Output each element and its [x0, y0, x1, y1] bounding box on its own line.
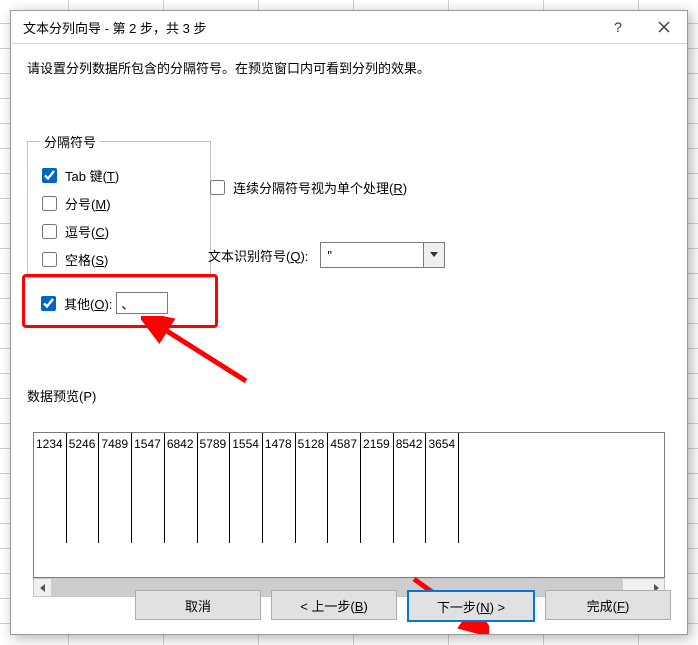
- cancel-button[interactable]: 取消: [135, 590, 261, 620]
- preview-column: 1478: [263, 433, 296, 543]
- next-button-label: 下一步(N) >: [437, 597, 505, 616]
- text-qualifier-dropdown[interactable]: ": [320, 242, 445, 268]
- consecutive-delimiter-label: 连续分隔符号视为单个处理(R): [233, 178, 407, 197]
- preview-column: 8542: [394, 433, 427, 543]
- help-button[interactable]: ?: [595, 11, 641, 43]
- cancel-button-label: 取消: [185, 596, 211, 615]
- dropdown-button[interactable]: [423, 243, 444, 267]
- chevron-down-icon: [430, 252, 438, 258]
- text-to-columns-wizard-dialog: 文本分列向导 - 第 2 步，共 3 步 ? 请设置分列数据所包含的分隔符号。在…: [10, 10, 688, 635]
- title-bar: 文本分列向导 - 第 2 步，共 3 步 ?: [11, 11, 687, 44]
- close-icon: [658, 21, 670, 33]
- delimiter-comma-checkbox[interactable]: [42, 224, 57, 239]
- instruction-text: 请设置分列数据所包含的分隔符号。在预览窗口内可看到分列的效果。: [27, 58, 671, 77]
- delimiter-other-input[interactable]: [116, 292, 168, 314]
- delimiter-space-checkbox[interactable]: [42, 252, 57, 267]
- delimiter-tab-label: Tab 键(T): [65, 166, 119, 185]
- delimiter-other-checkbox[interactable]: [41, 296, 56, 311]
- consecutive-delimiter-row: 连续分隔符号视为单个处理(R): [208, 178, 407, 197]
- text-qualifier-value: ": [321, 243, 423, 267]
- preview-column: 5789: [198, 433, 231, 543]
- back-button[interactable]: < 上一步(B): [271, 590, 397, 620]
- delimiter-space-row: 空格(S): [40, 245, 198, 273]
- text-qualifier-row: 文本识别符号(Q): ": [208, 242, 445, 268]
- next-button[interactable]: 下一步(N) >: [407, 590, 535, 622]
- delimiter-tab-checkbox[interactable]: [42, 168, 57, 183]
- dialog-body: 请设置分列数据所包含的分隔符号。在预览窗口内可看到分列的效果。 分隔符号 Tab…: [11, 44, 687, 634]
- delimiter-comma-row: 逗号(C): [40, 217, 198, 245]
- preview-column: 5128: [296, 433, 329, 543]
- delimiters-group-label: 分隔符号: [40, 132, 100, 151]
- delimiter-comma-label: 逗号(C): [65, 222, 109, 241]
- preview-columns: 1234524674891547684257891554147851284587…: [34, 433, 664, 577]
- preview-column: 4587: [328, 433, 361, 543]
- finish-button[interactable]: 完成(F): [545, 590, 671, 620]
- delimiter-semicolon-row: 分号(M): [40, 189, 198, 217]
- delimiter-semicolon-checkbox[interactable]: [42, 196, 57, 211]
- preview-column: 1554: [230, 433, 263, 543]
- help-icon: ?: [614, 19, 622, 35]
- delimiter-space-label: 空格(S): [65, 250, 108, 269]
- data-preview-label: 数据预览(P): [27, 386, 96, 405]
- preview-column: 1547: [132, 433, 165, 543]
- delimiters-group: 分隔符号 Tab 键(T) 分号(M) 逗号(C) 空格(S): [27, 132, 211, 278]
- text-qualifier-label: 文本识别符号(Q):: [208, 246, 308, 265]
- annotation-arrow: [141, 316, 251, 386]
- chevron-left-icon: [40, 584, 46, 592]
- preview-column: 2159: [361, 433, 394, 543]
- delimiter-other-row: 其他(O):: [39, 292, 168, 314]
- back-button-label: < 上一步(B): [300, 596, 368, 615]
- close-button[interactable]: [641, 11, 687, 43]
- finish-button-label: 完成(F): [587, 596, 630, 615]
- preview-column: 7489: [99, 433, 132, 543]
- consecutive-delimiter-checkbox[interactable]: [210, 180, 225, 195]
- preview-column: 5246: [67, 433, 100, 543]
- preview-column-empty: [459, 433, 664, 543]
- scroll-left-button[interactable]: [34, 579, 51, 596]
- delimiter-semicolon-label: 分号(M): [65, 194, 111, 213]
- preview-column: 1234: [34, 433, 67, 543]
- dialog-buttons: 取消 < 上一步(B) 下一步(N) > 完成(F): [135, 590, 671, 622]
- preview-column: 6842: [165, 433, 198, 543]
- delimiter-other-label: 其他(O):: [64, 294, 112, 313]
- preview-column: 3654: [426, 433, 459, 543]
- delimiter-tab-row: Tab 键(T): [40, 161, 198, 189]
- data-preview: 1234524674891547684257891554147851284587…: [33, 432, 665, 578]
- dialog-title: 文本分列向导 - 第 2 步，共 3 步: [11, 18, 206, 37]
